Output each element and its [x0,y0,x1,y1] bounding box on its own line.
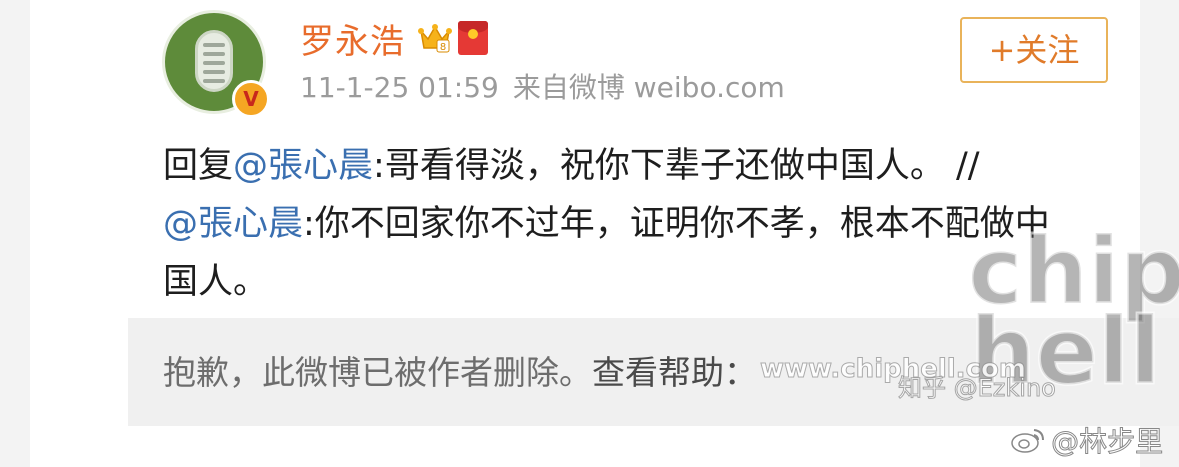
weibo-handle: @林步里 [1051,425,1164,459]
post-timestamp[interactable]: 11-1-25 01:59 [300,71,499,104]
mention-link[interactable]: @張心晨 [163,204,303,244]
deleted-message: 抱歉，此微博已被作者删除。 [163,353,592,392]
zhihu-watermark: 知乎 @Ezkino [898,374,1057,403]
reply-text: :哥看得淡，祝你下辈子还做中国人。 // [373,146,980,186]
weibo-logo-icon [1011,429,1044,453]
follow-button[interactable]: +关注 [960,17,1108,83]
mention-link[interactable]: @張心晨 [233,146,373,186]
crown-vip-icon[interactable]: 8 [418,22,452,54]
username[interactable]: 罗永浩 [300,14,405,63]
deleted-notice: 抱歉，此微博已被作者删除。查看帮助： [163,346,757,394]
post-source: 来自微博 weibo.com [512,71,785,104]
avatar-image [195,30,233,92]
post-body: 回复@張心晨:哥看得淡，祝你下辈子还做中国人。 //@張心晨:你不回家你不过年，… [163,137,1083,311]
reply-prefix: 回复 [163,146,234,186]
weibo-watermark: @林步里 [1010,420,1164,460]
help-link[interactable]: 查看帮助： [592,353,757,392]
verified-badge-icon: V [232,80,270,118]
svg-text:8: 8 [440,42,446,53]
red-packet-icon[interactable] [458,21,488,55]
post-meta: 11-1-25 01:59 来自微博 weibo.com [300,66,799,106]
